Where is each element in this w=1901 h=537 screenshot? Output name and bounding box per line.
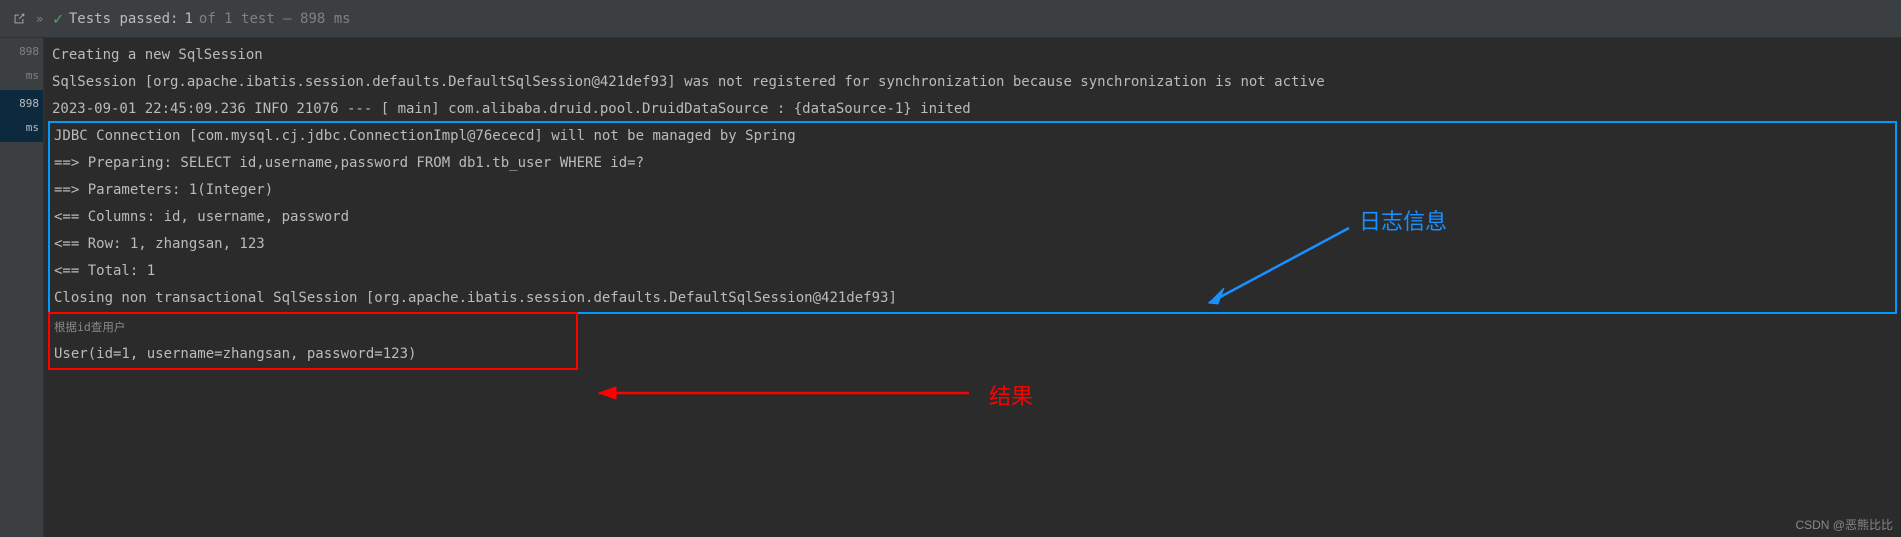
annotation-result: 结果	[989, 383, 1033, 410]
result-box: 根据id查用户 User(id=1, username=zhangsan, pa…	[48, 312, 578, 370]
log-line: <== Row: 1, zhangsan, 123	[54, 231, 1891, 258]
annotation-log-info: 日志信息	[1359, 208, 1447, 235]
log-line: 2023-09-01 22:45:09.236 INFO 21076 --- […	[52, 96, 1893, 123]
arrow-red-icon	[584, 378, 974, 408]
check-icon: ✓	[53, 9, 63, 28]
tests-status: ✓ Tests passed: 1 of 1 test – 898 ms	[53, 9, 350, 28]
tests-detail: of 1 test – 898 ms	[199, 11, 351, 27]
tests-count: 1	[184, 11, 192, 27]
sidebar-times: 898 ms 898 ms	[0, 38, 44, 537]
log-line: ==> Parameters: 1(Integer)	[54, 177, 1891, 204]
test-toolbar: » ✓ Tests passed: 1 of 1 test – 898 ms	[0, 0, 1901, 38]
arrow-blue-icon	[1194, 218, 1354, 318]
log-line: JDBC Connection [com.mysql.cj.jdbc.Conne…	[54, 123, 1891, 150]
main-container: 898 ms 898 ms Creating a new SqlSession …	[0, 38, 1901, 537]
log-line: Creating a new SqlSession	[52, 42, 1893, 69]
open-external-icon[interactable]	[12, 12, 26, 26]
log-line: User(id=1, username=zhangsan, password=1…	[54, 341, 572, 368]
chevron-right-icon[interactable]: »	[36, 12, 43, 26]
log-line: ==> Preparing: SELECT id,username,passwo…	[54, 150, 1891, 177]
log-line: <== Total: 1	[54, 258, 1891, 285]
console-output[interactable]: Creating a new SqlSession SqlSession [or…	[44, 38, 1901, 537]
log-line: <== Columns: id, username, password	[54, 204, 1891, 231]
log-line: Closing non transactional SqlSession [or…	[54, 285, 1891, 312]
time-item[interactable]: 898 ms	[0, 38, 43, 90]
log-info-box: JDBC Connection [com.mysql.cj.jdbc.Conne…	[48, 121, 1897, 314]
tests-passed-label: Tests passed:	[69, 11, 179, 27]
watermark: CSDN @恶熊比比	[1795, 516, 1893, 533]
time-item[interactable]: 898 ms	[0, 90, 43, 142]
log-line: 根据id查用户	[54, 314, 572, 341]
log-line: SqlSession [org.apache.ibatis.session.de…	[52, 69, 1893, 96]
